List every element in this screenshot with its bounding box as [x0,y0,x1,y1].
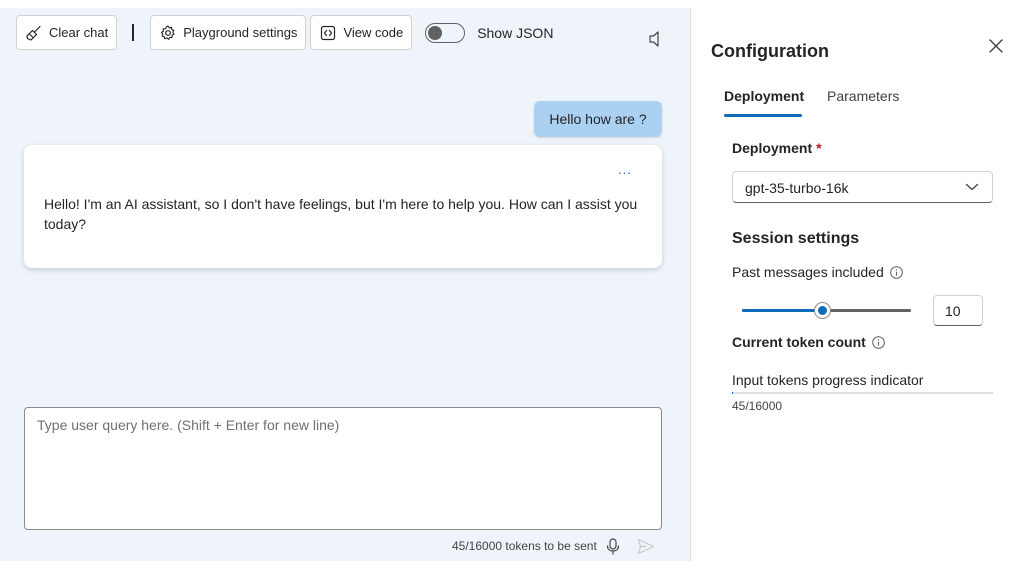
info-icon[interactable] [889,265,903,279]
past-messages-text: Past messages included [732,264,884,280]
past-messages-slider[interactable] [742,300,911,320]
deployment-dropdown[interactable]: gpt-35-turbo-16k [732,171,993,203]
past-messages-input[interactable] [933,295,983,326]
more-options-button[interactable]: ... [618,163,632,176]
panel-title: Configuration [711,41,829,61]
tab-parameters[interactable]: Parameters [827,88,899,104]
view-code-button[interactable]: View code [310,15,413,50]
show-json-label: Show JSON [477,24,554,41]
configuration-panel: Configuration Deployment Parameters Depl… [690,8,1024,561]
playground-settings-label: Playground settings [183,25,298,40]
toggle-knob [428,25,443,40]
playground-settings-button[interactable]: Playground settings [150,15,307,50]
gear-icon [161,24,175,40]
top-strip [0,0,1024,8]
slider-fill [742,309,823,312]
deployment-field-label: Deployment * [732,140,822,156]
code-icon [321,25,336,40]
token-count-text: Current token count [732,334,866,350]
assistant-message-text: Hello! I'm an AI assistant, so I don't h… [44,196,638,232]
user-query-input[interactable] [24,407,662,530]
send-icon[interactable] [637,538,655,555]
deployment-selected-value: gpt-35-turbo-16k [745,180,849,196]
required-mark: * [816,140,822,156]
active-tab-indicator [724,114,802,117]
past-messages-label: Past messages included [732,264,903,280]
broom-icon [26,25,41,41]
clear-chat-label: Clear chat [49,25,109,40]
token-count-label: Current token count [732,334,885,350]
close-icon[interactable] [988,38,1004,54]
progress-label: Input tokens progress indicator [732,372,924,388]
info-icon[interactable] [871,335,885,349]
tokens-to-send: 45/16000 tokens to be sent [452,539,597,553]
user-message-bubble: Hello how are ? [534,101,662,137]
toolbar-divider [132,24,135,41]
chat-toolbar: Clear chat Playground settings View code… [16,15,553,50]
chevron-down-icon [965,183,979,191]
slider-thumb[interactable] [814,302,832,319]
assistant-message-card: ... Hello! I'm an AI assistant, so I don… [24,145,662,268]
deployment-label-text: Deployment [732,140,813,156]
view-code-label: View code [343,25,404,40]
input-tokens-progress-bar [732,392,993,394]
session-settings-title: Session settings [732,230,860,247]
show-json-toggle[interactable] [425,22,466,43]
microphone-icon[interactable] [606,538,620,555]
clear-chat-button[interactable]: Clear chat [16,15,118,50]
speaker-icon[interactable] [647,30,663,48]
progress-count: 45/16000 [732,399,783,413]
progress-fill [732,392,733,394]
tab-deployment[interactable]: Deployment [724,88,804,104]
user-message-text: Hello how are ? [549,111,647,127]
